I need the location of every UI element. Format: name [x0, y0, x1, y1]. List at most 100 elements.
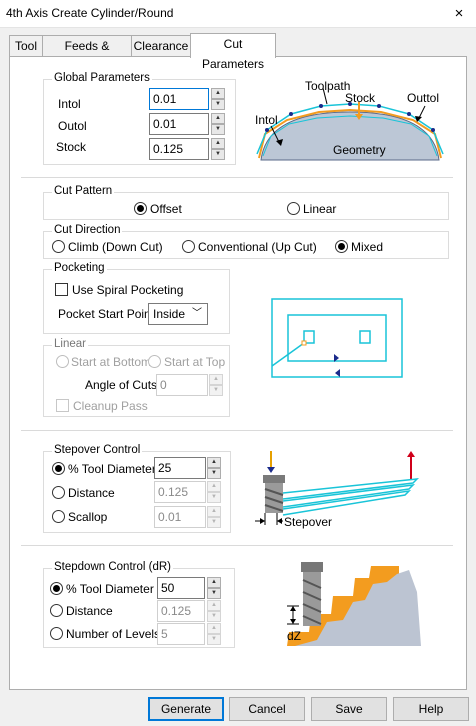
- diagram-stock-label: Stock: [345, 91, 376, 105]
- spin-down-icon[interactable]: ▼: [209, 385, 223, 396]
- conventional-radio[interactable]: [182, 240, 195, 253]
- stepdown-diagram: dZ: [287, 562, 421, 646]
- spiral-label: Use Spiral Pocketing: [72, 283, 184, 297]
- stock-input[interactable]: 0.125: [149, 138, 209, 160]
- stepdown-distance-input[interactable]: 0.125: [157, 600, 205, 622]
- spin-down-icon[interactable]: ▼: [207, 517, 221, 528]
- intol-input[interactable]: 0.01: [149, 88, 209, 110]
- spin-up-icon[interactable]: ▲: [207, 506, 221, 517]
- spin-down-icon[interactable]: ▼: [207, 468, 221, 479]
- stock-label: Stock: [56, 140, 87, 154]
- chevron-down-icon: ﹀: [192, 308, 202, 319]
- spin-up-icon[interactable]: ▲: [207, 457, 221, 468]
- spin-down-icon[interactable]: ▼: [207, 588, 221, 599]
- stepover-title: Stepover Control: [52, 444, 143, 456]
- spin-down-icon[interactable]: ▼: [207, 611, 221, 622]
- pocketing-group: Pocketing Use Spiral Pocketing Pocket St…: [43, 262, 230, 334]
- pocket-start-select[interactable]: Inside ﹀: [148, 303, 208, 325]
- cleanup-checkbox[interactable]: [56, 399, 69, 412]
- scallop-radio[interactable]: [52, 510, 65, 523]
- global-parameters-group: Global Parameters Intol Outol Stock 0.01…: [43, 72, 236, 165]
- tab-feeds-speeds[interactable]: Feeds & Speeds: [42, 35, 132, 73]
- tab-tool[interactable]: Tool: [9, 35, 43, 57]
- global-section: Global Parameters Intol Outol Stock 0.01…: [21, 66, 453, 178]
- scallop-label: Scallop: [68, 510, 108, 524]
- spin-down-icon[interactable]: ▼: [211, 149, 225, 160]
- stepdown-diagram-label: dZ: [287, 629, 301, 643]
- spin-down-icon[interactable]: ▼: [211, 99, 225, 110]
- linear-group: Linear Start at Bottom Start at Top Angl…: [43, 338, 230, 417]
- stepover-tool-radio[interactable]: [52, 462, 65, 475]
- tab-cut-parameters[interactable]: Cut Parameters: [190, 33, 276, 71]
- linear-label: Linear: [303, 202, 337, 216]
- stepdown-tool-input[interactable]: 50: [157, 577, 205, 599]
- spin-down-icon[interactable]: ▼: [207, 634, 221, 645]
- pocketing-diagram: [271, 298, 403, 378]
- scallop-input[interactable]: 0.01: [154, 506, 206, 528]
- linear-title: Linear: [52, 338, 88, 350]
- stepdown-section: Stepdown Control (dR) % Tool Diameter 50…: [21, 546, 453, 664]
- offset-radio[interactable]: [134, 202, 147, 215]
- stepdown-tool-label: % Tool Diameter: [66, 582, 154, 596]
- help-button[interactable]: Help: [393, 697, 469, 721]
- spin-up-icon[interactable]: ▲: [211, 138, 225, 149]
- spin-up-icon[interactable]: ▲: [207, 481, 221, 492]
- spin-down-icon[interactable]: ▼: [207, 492, 221, 503]
- spin-up-icon[interactable]: ▲: [211, 88, 225, 99]
- outol-input[interactable]: 0.01: [149, 113, 209, 135]
- start-bottom-radio[interactable]: [56, 355, 69, 368]
- start-top-radio[interactable]: [148, 355, 161, 368]
- tab-clearance[interactable]: Clearance: [131, 35, 191, 57]
- conventional-label: Conventional (Up Cut): [198, 240, 317, 254]
- stepdown-distance-label: Distance: [66, 604, 113, 618]
- close-icon[interactable]: ×: [448, 4, 470, 24]
- diagram-toolpath-label: Toolpath: [305, 79, 350, 93]
- offset-label: Offset: [150, 202, 182, 216]
- window-title: 4th Axis Create Cylinder/Round: [6, 6, 174, 20]
- cancel-button[interactable]: Cancel: [229, 697, 305, 721]
- stepdown-title: Stepdown Control (dR): [52, 561, 173, 573]
- cut-direction-group: Cut Direction Climb (Down Cut) Conventio…: [43, 224, 449, 259]
- cleanup-label: Cleanup Pass: [73, 399, 148, 413]
- diagram-intol-label: Intol: [255, 113, 278, 127]
- spin-down-icon[interactable]: ▼: [211, 124, 225, 135]
- pocket-start-label: Pocket Start Point: [58, 307, 155, 321]
- pocket-start-value: Inside: [153, 307, 186, 321]
- stepdown-distance-radio[interactable]: [50, 604, 63, 617]
- spin-up-icon[interactable]: ▲: [207, 577, 221, 588]
- stepover-tool-label: % Tool Diameter: [68, 462, 156, 476]
- stepdown-tool-radio[interactable]: [50, 582, 63, 595]
- stepover-group: Stepover Control % Tool Diameter 25 ▲ ▼ D…: [43, 444, 231, 533]
- linear-radio[interactable]: [287, 202, 300, 215]
- stepover-distance-radio[interactable]: [52, 486, 65, 499]
- diagram-geometry-label: Geometry: [333, 143, 386, 157]
- outol-label: Outol: [58, 119, 87, 133]
- save-button[interactable]: Save: [311, 697, 387, 721]
- tolerance-diagram: Toolpath Stock Outtol Intol Geometry: [255, 79, 444, 161]
- cut-pattern-group: Cut Pattern Offset Linear: [43, 185, 449, 220]
- mixed-radio[interactable]: [335, 240, 348, 253]
- start-top-label: Start at Top: [164, 355, 226, 369]
- mixed-label: Mixed: [351, 240, 384, 254]
- pocketing-title: Pocketing: [52, 262, 107, 274]
- intol-label: Intol: [58, 97, 81, 111]
- levels-radio[interactable]: [50, 627, 63, 640]
- generate-button[interactable]: Generate: [148, 697, 224, 721]
- stepover-tool-input[interactable]: 25: [154, 457, 206, 479]
- angle-input[interactable]: 0: [156, 374, 208, 396]
- spin-up-icon[interactable]: ▲: [209, 374, 223, 385]
- levels-input[interactable]: 5: [157, 623, 205, 645]
- stepover-section: Stepover Control % Tool Diameter 25 ▲ ▼ D…: [21, 431, 453, 546]
- climb-label: Climb (Down Cut): [68, 240, 163, 254]
- spin-up-icon[interactable]: ▲: [211, 113, 225, 124]
- start-bottom-label: Start at Bottom: [71, 355, 152, 369]
- cut-direction-title: Cut Direction: [52, 224, 123, 236]
- global-parameters-title: Global Parameters: [52, 72, 152, 84]
- spin-up-icon[interactable]: ▲: [207, 623, 221, 634]
- stepover-distance-input[interactable]: 0.125: [154, 481, 206, 503]
- stepover-distance-label: Distance: [68, 486, 115, 500]
- spiral-checkbox[interactable]: [55, 283, 68, 296]
- climb-radio[interactable]: [52, 240, 65, 253]
- spin-up-icon[interactable]: ▲: [207, 600, 221, 611]
- angle-label: Angle of Cuts: [85, 378, 158, 392]
